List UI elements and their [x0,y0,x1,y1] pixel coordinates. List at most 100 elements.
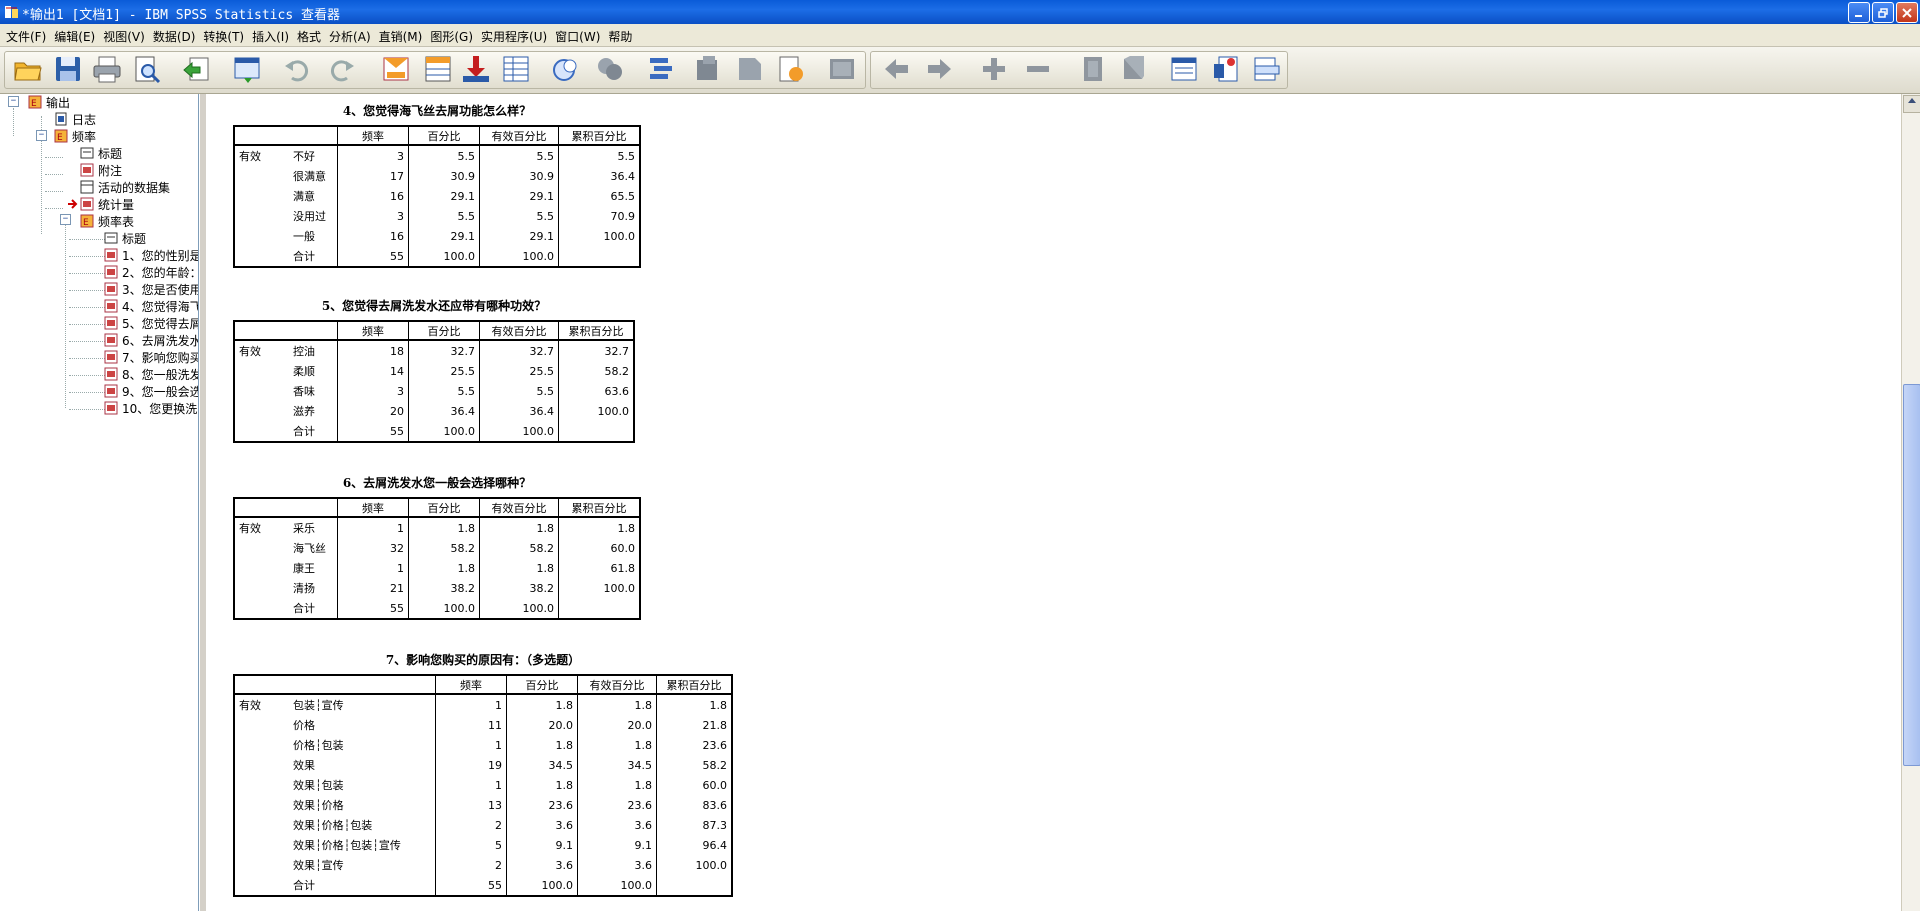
tree-item-frequencies[interactable]: E 频率 [54,128,96,144]
run-script-button[interactable] [775,53,807,85]
frequency-table-q7[interactable]: 7、影响您购买的原因有：（多选题） 频率 百分比 有效百分比 累积百分比 有效 … [233,651,733,897]
menu-file[interactable]: 文件(F) [4,24,52,45]
collapse-toggle-output[interactable]: − [8,96,19,107]
frequency-table-q6[interactable]: 6、去屑洗发水您一般会选择哪种？ 频率 百分比 有效百分比 累积百分比 有效 采… [233,474,641,620]
insert-text-button[interactable] [1250,53,1282,85]
undo-button[interactable] [281,53,313,85]
goto-data-button[interactable] [380,53,412,85]
insert-heading-button[interactable] [1168,53,1200,85]
menu-data[interactable]: 数据(D) [151,24,202,45]
tree-item-q8[interactable]: 8、您一般洗发 [104,366,198,382]
menu-direct-marketing[interactable]: 直销(M) [377,24,429,45]
tree-label: 9、您一般会选 [122,384,199,399]
hide-button[interactable] [1117,53,1149,85]
table-row: 清扬 21 38.2 38.2 100.0 [234,578,640,598]
restore-button[interactable] [1872,2,1894,23]
row-category: 控油 [293,345,315,358]
tree-item-output[interactable]: E 输出 [28,94,70,110]
menu-edit[interactable]: 编辑(E) [52,24,101,45]
col-header-frequency: 频率 [337,320,409,341]
tree-item-title[interactable]: 标题 [80,145,122,161]
menu-analyze[interactable]: 分析(A) [327,24,377,45]
vertical-scrollbar[interactable] [1901,94,1920,911]
goto-variable-button[interactable] [460,53,492,85]
collapse-icon [1027,66,1049,72]
save-button[interactable] [52,53,84,85]
show-button[interactable] [1077,53,1109,85]
insert-title-button[interactable] [1210,53,1242,85]
collapse-button[interactable] [1022,53,1054,85]
row-category: 价格 [293,719,315,732]
tree-item-notes[interactable]: 附注 [80,162,122,178]
valid-label: 有效 [239,345,261,358]
frequency-table-q5[interactable]: 5、您觉得去屑洗发水还应带有哪种功效？ 频率 百分比 有效百分比 累积百分比 有… [233,297,635,443]
tree-item-statistics[interactable]: 统计量 [68,196,134,212]
cell-valid-percent: 9.1 [577,835,657,855]
menu-utilities[interactable]: 实用程序(U) [479,24,553,45]
col-header-percent: 百分比 [506,674,578,695]
cell-valid-percent: 34.5 [577,755,657,775]
close-button[interactable] [1896,2,1918,23]
menu-window[interactable]: 窗口(W) [553,24,606,45]
scrollbar-thumb[interactable] [1903,384,1920,766]
minimize-button[interactable] [1848,2,1870,23]
promote-button[interactable] [880,53,912,85]
tree-item-q7[interactable]: 7、影响您购买 [104,349,199,365]
table-row: 效果┆价格┆包装┆宣传 5 9.1 9.1 96.4 [234,835,732,855]
tree-item-q5[interactable]: 5、您觉得去屑 [104,315,198,331]
tree-label: 2、您的年龄： [122,265,199,280]
designate-window-button[interactable] [734,53,766,85]
cell-valid-percent: 29.1 [479,226,559,246]
print-button[interactable] [91,53,123,85]
tree-item-q9[interactable]: 9、您一般会选 [104,383,199,399]
variables-button[interactable] [500,53,532,85]
insert-heading-icon [1171,57,1197,81]
menu-view[interactable]: 视图(V) [101,24,151,45]
col-header-percent: 百分比 [408,320,480,341]
cell-percent: 1.8 [408,517,480,538]
tree-item-q3[interactable]: 3、您是否使用 [104,281,198,297]
menu-transform[interactable]: 转换(T) [201,24,250,45]
cell-frequency: 19 [435,755,507,775]
tree-item-q4[interactable]: 4、您觉得海飞 [104,298,198,314]
collapse-toggle-frequency-table[interactable]: − [60,214,71,225]
tree-label: 7、影响您购买 [122,350,199,365]
value-labels-button[interactable] [692,53,724,85]
scroll-up-button[interactable] [1903,95,1920,113]
cell-percent: 5.5 [408,206,480,226]
weight-cases-button[interactable] [594,53,626,85]
frequency-table-q4[interactable]: 4、您觉得海飞丝去屑功能怎么样？ 频率 百分比 有效百分比 累积百分比 有效 不… [233,102,641,268]
demote-button[interactable] [924,53,956,85]
menu-graphs[interactable]: 图形(G) [428,24,479,45]
cell-percent: 36.4 [408,401,480,421]
show-hide-button[interactable] [826,53,858,85]
collapse-toggle-frequencies[interactable]: − [36,130,47,141]
spss-app-icon[interactable] [4,4,20,20]
split-file-button[interactable] [550,53,582,85]
menu-help[interactable]: 帮助 [606,24,638,45]
cell-frequency: 2 [435,815,507,835]
row-category: 价格┆包装 [293,739,344,752]
tree-item-q10[interactable]: 10、您更换洗 [104,400,197,416]
expand-button[interactable] [978,53,1010,85]
hide-icon [1124,56,1144,79]
recall-dialog-button[interactable] [231,53,263,85]
print-preview-button[interactable] [131,53,163,85]
menu-format[interactable]: 格式 [295,24,327,45]
tree-item-q1[interactable]: 1、您的性别是 [104,247,198,263]
menu-insert[interactable]: 插入(I) [250,24,295,45]
goto-case-button[interactable] [422,53,454,85]
select-cases-button[interactable] [645,53,677,85]
tree-item-active-dataset[interactable]: 活动的数据集 [80,179,170,195]
redo-button[interactable] [326,53,358,85]
tree-item-log[interactable]: 日志 [54,111,96,127]
valid-label: 有效 [239,150,261,163]
tree-item-frequency-table[interactable]: E 频率表 [80,213,134,229]
open-button[interactable] [12,53,44,85]
cell-valid-percent: 100.0 [479,246,559,267]
export-button[interactable] [181,53,213,85]
tree-item-q6[interactable]: 6、去屑洗发水 [104,332,198,348]
row-category: 合计 [293,250,315,263]
tree-item-table-title[interactable]: 标题 [104,230,146,246]
tree-item-q2[interactable]: 2、您的年龄： [104,264,199,280]
